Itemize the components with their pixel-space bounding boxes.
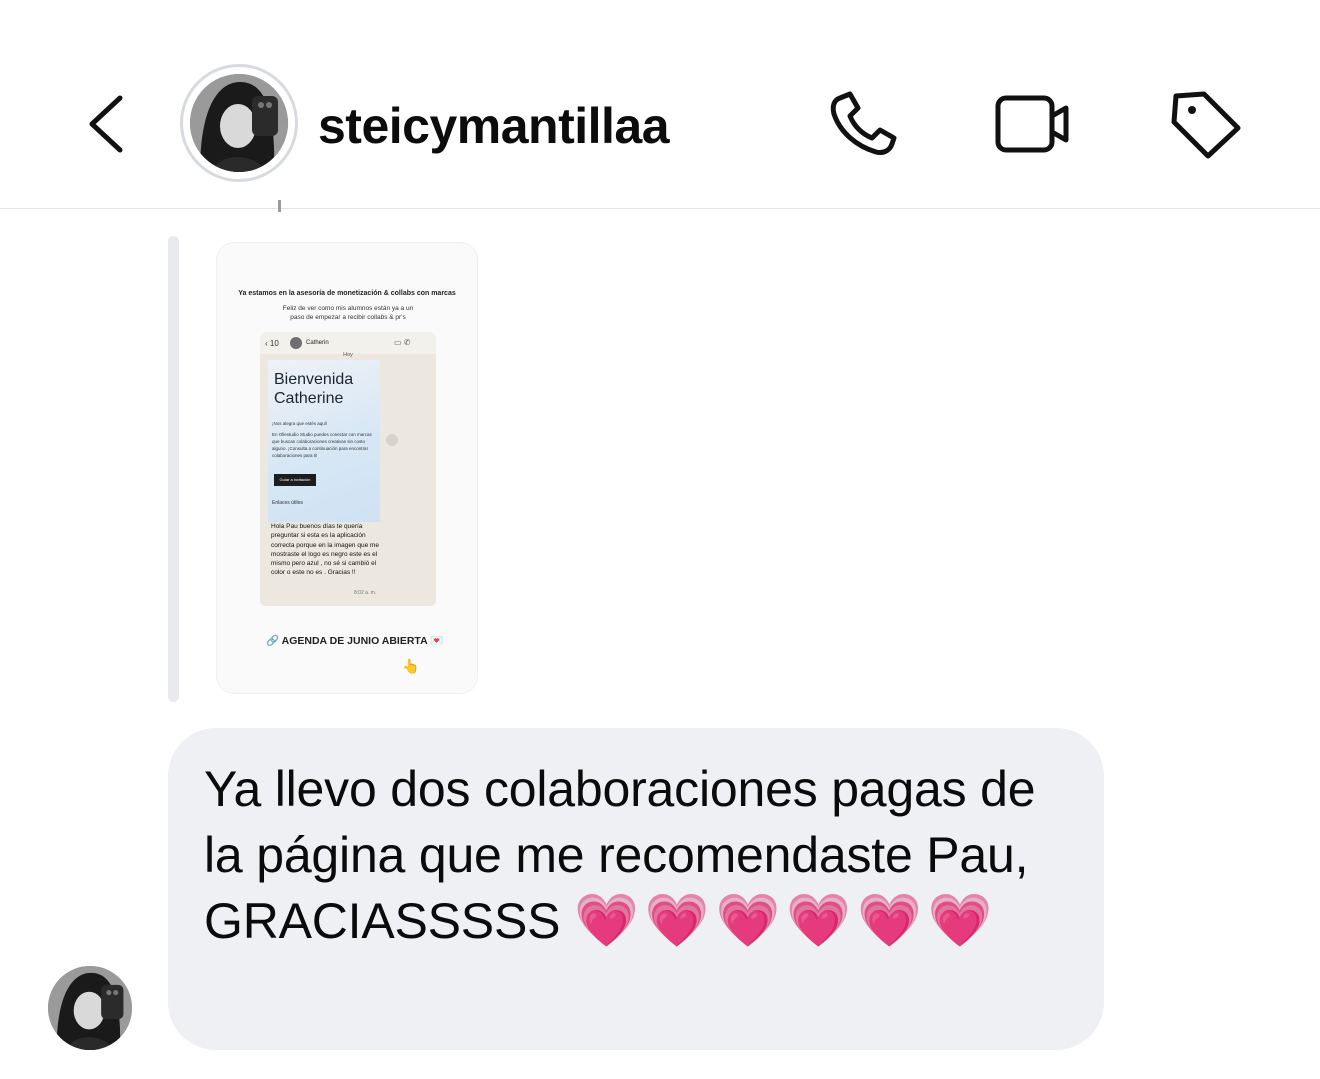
message-bubble[interactable]: Ya llevo dos colaboraciones pagas de la … <box>168 728 1104 1050</box>
previous-message-edge <box>278 200 281 212</box>
phone-card-text: En Ollestudio Studio puedes conectar con… <box>272 432 372 458</box>
phone-card-line: ¡Nos alegra que estés aquí! <box>272 421 328 426</box>
chevron-left-icon <box>89 95 123 153</box>
phone-message-time: 8:02 a. m. <box>354 590 377 596</box>
message-content: Ya llevo dos colaboraciones pagas de la … <box>204 756 1084 954</box>
avatar[interactable] <box>190 74 288 172</box>
envelope-icon: 💌 <box>430 635 444 647</box>
chat-username[interactable]: steicymantillaa <box>318 96 670 156</box>
back-button[interactable] <box>84 92 130 156</box>
phone-card-links: Enlaces útiles <box>272 500 303 506</box>
chat-header: steicymantillaa <box>0 0 1320 209</box>
phone-day-label: Hoy <box>343 352 353 358</box>
story-link-text: AGENDA DE JUNIO ABIERTA <box>281 635 428 647</box>
tag-icon <box>1171 91 1241 159</box>
replied-story-preview[interactable]: Ya estamos en la asesoría de monetizació… <box>216 242 478 694</box>
phone-card-heading: Bienvenida Catherine <box>274 370 353 408</box>
video-call-button[interactable] <box>994 88 1072 160</box>
voice-call-button[interactable] <box>826 88 904 160</box>
story-link-sticker: 🔗 AGENDA DE JUNIO ABIERTA 💌 <box>266 634 443 647</box>
link-icon: 🔗 <box>266 635 280 647</box>
story-subtitle: Feliz de ver como mis alumnos están ya a… <box>282 305 414 321</box>
story-phone-screenshot: ‹ 10 Catherin ▭ ✆ Hoy Bienvenida Catheri… <box>260 332 436 606</box>
phone-contact-name: Catherin <box>306 340 329 346</box>
video-camera-icon <box>995 95 1069 153</box>
tag-button[interactable] <box>1168 88 1246 160</box>
sender-avatar[interactable] <box>48 966 132 1050</box>
phone-card-body: ¡Nos alegra que estés aquí! En Ollestudi… <box>272 420 380 459</box>
phone-card-button: Guiar a invitación <box>274 474 316 486</box>
phone-forward-icon <box>386 434 398 446</box>
phone-topbar: ‹ 10 Catherin ▭ ✆ <box>260 332 436 354</box>
phone-call-icons: ▭ ✆ <box>394 338 411 347</box>
avatar-photo <box>190 74 288 172</box>
phone-card-heading-line2: Catherine <box>274 390 344 407</box>
sender-avatar-photo <box>48 966 132 1050</box>
phone-message: Hola Pau buenos días te quería preguntar… <box>271 523 380 577</box>
phone-back-icon: ‹ 10 <box>265 339 279 348</box>
phone-avatar <box>290 337 302 349</box>
pointing-hand-icon: 👆 <box>402 658 420 674</box>
story-title: Ya estamos en la asesoría de monetizació… <box>238 290 456 297</box>
reply-quote-bar <box>168 236 179 702</box>
pink-heart-emojis: 💗💗💗💗💗💗 <box>573 892 999 950</box>
phone-card-heading-line1: Bienvenida <box>274 371 354 388</box>
phone-icon <box>830 91 897 155</box>
